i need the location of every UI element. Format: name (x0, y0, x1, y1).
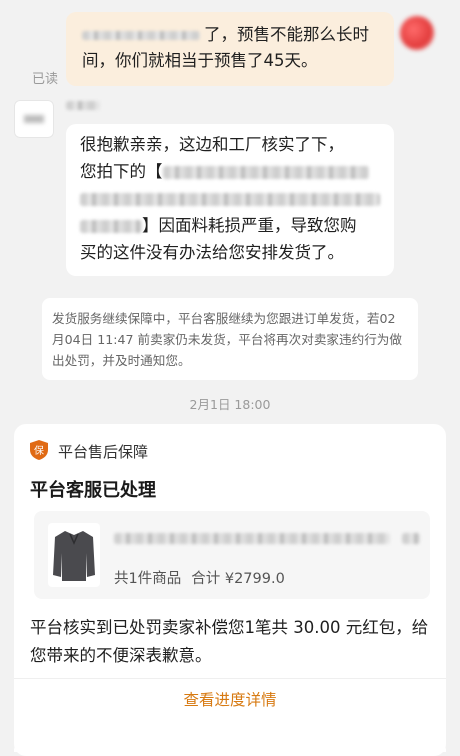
redacted-product-title (114, 533, 390, 544)
own-message-line-2: 间，你们就相当于预售了45天。 (82, 51, 318, 70)
divider (14, 678, 446, 679)
jacket-icon (53, 531, 95, 581)
redacted-product-name (80, 220, 142, 233)
seller-name-redacted (66, 101, 100, 110)
seller-message-line-2: 您拍下的【 (80, 161, 369, 183)
seller-avatar[interactable] (14, 100, 54, 138)
shield-icon: 保 (30, 440, 48, 460)
svg-text:保: 保 (34, 444, 44, 457)
seller-message-bubble[interactable]: 很抱歉亲亲，这边和工厂核实了下， 您拍下的【 】因面料耗损严重，导致您购 买的这… (66, 124, 394, 276)
redacted-product-name (162, 166, 369, 179)
message-timestamp: 2月1日 18:00 (189, 397, 271, 412)
redacted-product-name (80, 193, 380, 206)
seller-message-line-5: 买的这件没有办法给您安排发货了。 (80, 243, 344, 262)
product-meta: 共1件商品 合计 ¥2799.0 (114, 567, 295, 588)
own-avatar[interactable] (400, 16, 434, 50)
order-total: 合计 ¥2799.0 (191, 571, 285, 587)
compensation-message: 平台核实到已处罚卖家补偿您1笔共 30.00 元红包，给您带来的不便深表歉意。 (30, 618, 429, 665)
system-notice: 发货服务继续保障中，平台客服继续为您跟进订单发货，若02月04日 11:47 前… (42, 298, 418, 380)
view-progress-button[interactable]: 查看进度详情 (14, 688, 446, 710)
redacted-product-title (402, 533, 420, 544)
quick-actions-strip (14, 744, 446, 752)
product-thumbnail (48, 523, 100, 587)
own-message-bubble[interactable]: 了，预售不能那么长时 间，你们就相当于预售了45天。 (66, 12, 394, 86)
seller-message-line-1: 很抱歉亲亲，这边和工厂核实了下， (80, 135, 344, 154)
card-header-label: 平台售后保障 (58, 443, 149, 461)
redacted-text (82, 31, 200, 40)
own-message-line-1: 了，预售不能那么长时 (82, 24, 369, 46)
card-title: 平台客服已处理 (30, 480, 156, 501)
seller-message-line-4: 】因面料耗损严重，导致您购 (80, 215, 357, 237)
system-notice-text: 发货服务继续保障中，平台客服继续为您跟进订单发货，若02月04日 11:47 前… (52, 311, 402, 368)
read-status-label: 已读 (32, 72, 59, 87)
seller-message-line-3 (80, 188, 380, 210)
aftersale-card[interactable]: 保 平台售后保障 平台客服已处理 共1件商品 合计 ¥2799.0 平台核实到已处… (14, 424, 446, 756)
item-count: 共1件商品 (114, 571, 182, 587)
product-row[interactable]: 共1件商品 合计 ¥2799.0 (34, 511, 430, 599)
